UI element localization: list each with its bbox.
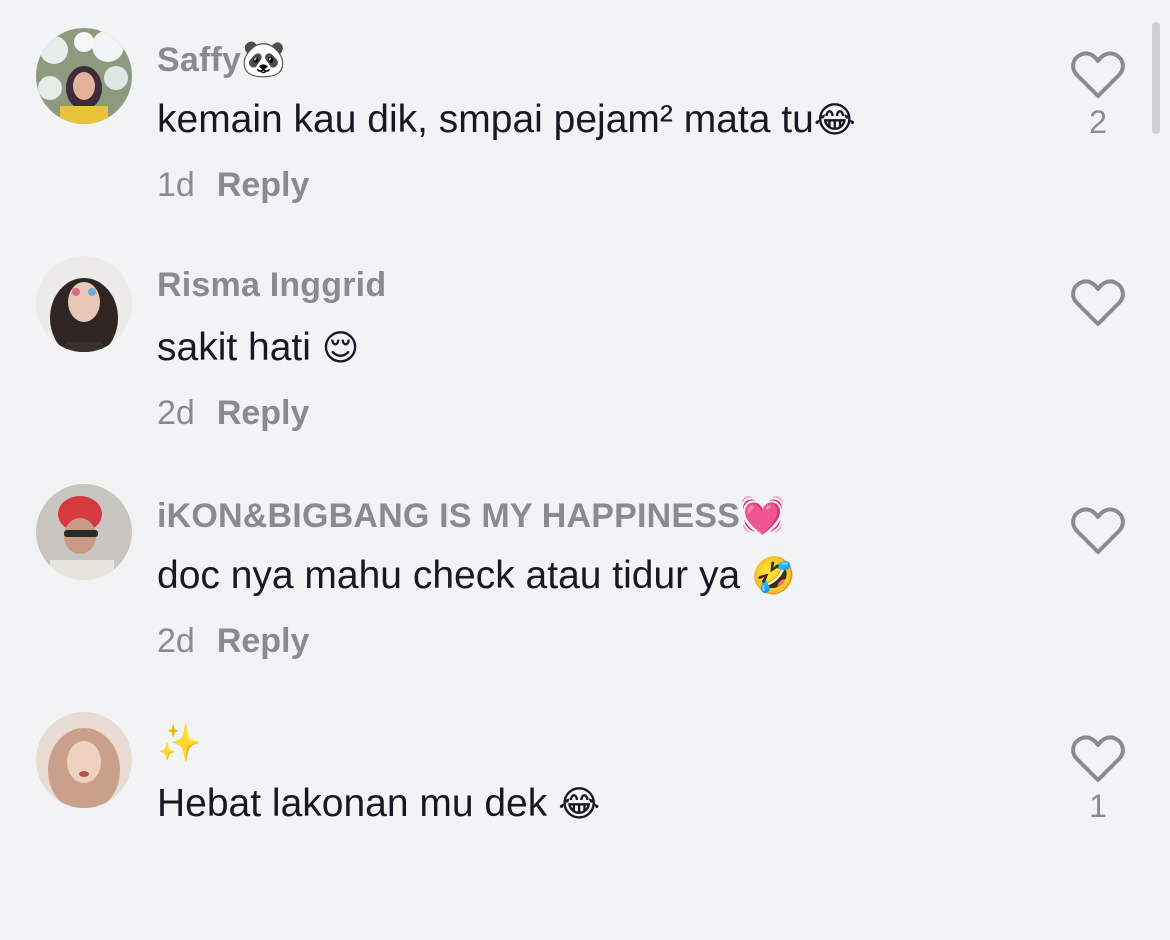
panda-emoji-icon: 🐼	[241, 39, 287, 80]
comment-timestamp: 1d	[157, 166, 195, 204]
heart-outline-icon[interactable]	[1070, 506, 1126, 556]
comment-username[interactable]: Saffy🐼	[157, 38, 286, 80]
like-control[interactable]: 1	[1068, 734, 1128, 828]
comment-timestamp: 2d	[157, 622, 195, 660]
comment-body: sakit hati	[157, 326, 322, 369]
comment-item: Risma Inggrid sakit hati 😌 2d Reply	[0, 256, 1170, 484]
avatar[interactable]	[36, 712, 132, 808]
sparkles-emoji-icon: ✨	[157, 723, 203, 764]
comment-text: kemain kau dik, smpai pejam² mata tu😂	[157, 98, 856, 142]
relieved-face-emoji-icon: 😌	[321, 328, 360, 369]
comment-username[interactable]: ✨	[157, 722, 202, 764]
reply-button[interactable]: Reply	[217, 394, 310, 432]
comment-text: doc nya mahu check atau tidur ya 🤣	[157, 554, 796, 598]
reply-button[interactable]: Reply	[217, 622, 310, 660]
username-text: Risma Inggrid	[157, 266, 387, 304]
comment-text: Hebat lakonan mu dek 😂	[157, 782, 600, 826]
username-text: iKON&BIGBANG IS MY HAPPINESS	[157, 497, 741, 535]
heart-outline-icon[interactable]	[1070, 734, 1126, 784]
heart-outline-icon[interactable]	[1070, 278, 1126, 328]
laughing-tears-emoji-icon: 😂	[558, 784, 601, 825]
like-count: 1	[1089, 788, 1107, 824]
rofl-emoji-icon: 🤣	[751, 556, 796, 597]
comment-body: Hebat lakonan mu dek	[157, 782, 559, 825]
username-text: Saffy	[157, 41, 242, 79]
comment-text: sakit hati 😌	[157, 326, 359, 370]
like-control[interactable]	[1068, 506, 1128, 600]
like-count	[1068, 332, 1128, 372]
avatar[interactable]	[36, 28, 132, 124]
comment-timestamp: 2d	[157, 394, 195, 432]
comment-meta: 1d Reply	[157, 166, 309, 205]
like-control[interactable]: 2	[1068, 50, 1128, 144]
scrollbar[interactable]	[1152, 22, 1160, 134]
like-count	[1068, 560, 1128, 600]
comment-meta: 2d Reply	[157, 394, 309, 433]
heart-outline-icon[interactable]	[1070, 50, 1126, 100]
avatar[interactable]	[36, 256, 132, 352]
comment-username[interactable]: Risma Inggrid	[157, 266, 386, 305]
comment-item: iKON&BIGBANG IS MY HAPPINESS💓 doc nya ma…	[0, 484, 1170, 712]
beating-heart-emoji-icon: 💓	[740, 495, 786, 536]
like-count: 2	[1089, 104, 1107, 140]
reply-button[interactable]: Reply	[217, 166, 310, 204]
comment-item: ✨ Hebat lakonan mu dek 😂 1	[0, 712, 1170, 940]
comment-meta: 2d Reply	[157, 622, 309, 661]
like-control[interactable]	[1068, 278, 1128, 372]
comment-body: doc nya mahu check atau tidur ya	[157, 554, 752, 597]
comment-item: Saffy🐼 kemain kau dik, smpai pejam² mata…	[0, 28, 1170, 256]
comment-body: kemain kau dik, smpai pejam² mata tu	[157, 98, 814, 141]
avatar[interactable]	[36, 484, 132, 580]
laughing-tears-emoji-icon: 😂	[813, 100, 856, 141]
comment-username[interactable]: iKON&BIGBANG IS MY HAPPINESS💓	[157, 494, 785, 536]
